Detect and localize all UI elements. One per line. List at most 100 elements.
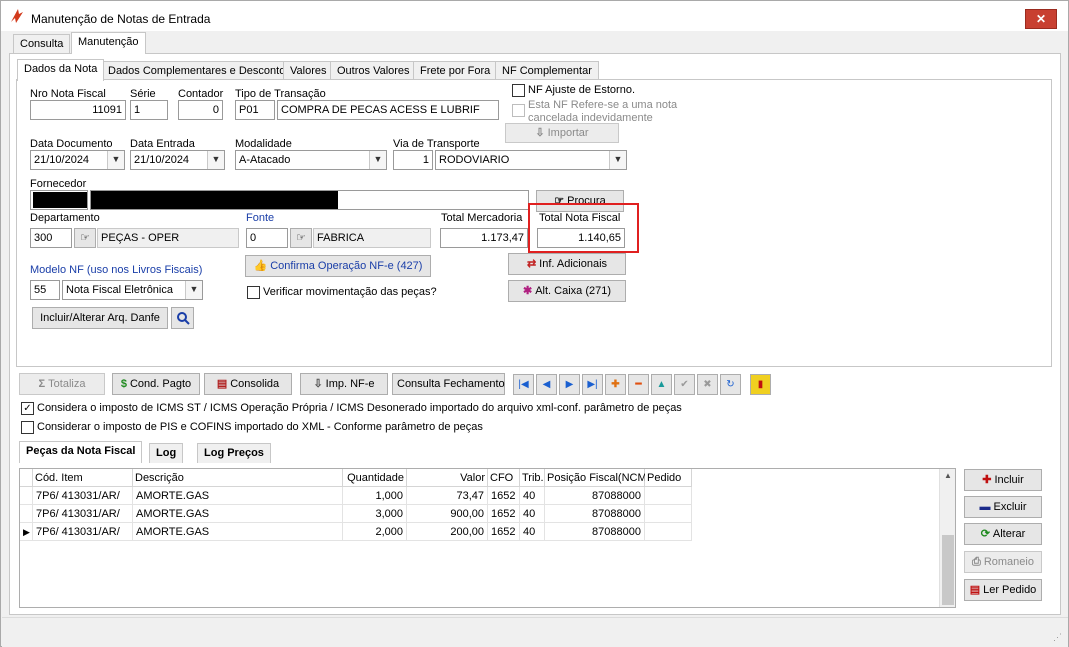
alterar-button[interactable]: ⟳ Alterar (964, 523, 1042, 545)
consolida-button[interactable]: ▤ Consolida (204, 373, 292, 395)
tab-manutencao[interactable]: Manutenção (71, 32, 146, 54)
next-record-icon[interactable]: ▶ (559, 374, 580, 395)
cell-pedido[interactable] (645, 487, 692, 505)
add-record-icon[interactable]: ✚ (605, 374, 626, 395)
col-header-descricao[interactable]: Descrição (133, 469, 343, 487)
cell-cod-item[interactable]: 7P6/ 413031/AR/ (33, 487, 133, 505)
verificar-movimentacao-checkbox[interactable] (247, 286, 260, 299)
delete-record-icon[interactable]: ━ (628, 374, 649, 395)
cell-ncm[interactable]: 87088000 (545, 523, 645, 541)
search-button[interactable] (171, 307, 194, 329)
imp-nfe-button[interactable]: ⇩ Imp. NF-e (300, 373, 388, 395)
tab-frete-por-fora[interactable]: Frete por Fora (413, 61, 498, 81)
tab-dados-da-nota[interactable]: Dados da Nota (17, 59, 105, 81)
departamento-lookup-button[interactable]: ☞ (74, 228, 96, 248)
modelo-nf-code-field[interactable]: 55 (30, 280, 60, 300)
col-header-cfo[interactable]: CFO (488, 469, 520, 487)
pis-cofins-checkbox[interactable] (21, 421, 34, 434)
cell-descricao[interactable]: AMORTE.GAS (133, 523, 343, 541)
departamento-code-field[interactable]: 300 (30, 228, 72, 248)
last-record-icon[interactable]: ▶| (582, 374, 603, 395)
col-header-ncm[interactable]: Posição Fiscal(NCM) (545, 469, 650, 487)
scroll-up-icon[interactable]: ▲ (940, 471, 956, 480)
chevron-down-icon[interactable]: ▼ (207, 151, 224, 169)
cell-ncm[interactable]: 87088000 (545, 487, 645, 505)
resize-grip-icon[interactable]: ⋰ (1053, 632, 1062, 643)
confirma-operacao-button[interactable]: 👍 Confirma Operação NF-e (427) (245, 255, 431, 277)
grid-scrollbar[interactable]: ▲ (939, 469, 955, 607)
cell-quantidade[interactable]: 1,000 (343, 487, 407, 505)
data-documento-field[interactable]: 21/10/2024 ▼ (30, 150, 125, 170)
chevron-down-icon[interactable]: ▼ (185, 281, 202, 299)
ler-pedido-button[interactable]: ▤ Ler Pedido (964, 579, 1042, 601)
nf-refere-checkbox[interactable] (512, 104, 525, 117)
tab-nf-complementar[interactable]: NF Complementar (495, 61, 599, 81)
cell-quantidade[interactable]: 2,000 (343, 523, 407, 541)
cell-descricao[interactable]: AMORTE.GAS (133, 487, 343, 505)
tab-dados-complementares[interactable]: Dados Complementares e Desconto (101, 61, 293, 81)
contador-field[interactable]: 0 (178, 100, 223, 120)
cell-pedido[interactable] (645, 523, 692, 541)
tab-log-precos[interactable]: Log Preços (197, 443, 271, 463)
cell-descricao[interactable]: AMORTE.GAS (133, 505, 343, 523)
col-header-cod-item[interactable]: Cód. Item (33, 469, 133, 487)
edit-record-icon[interactable]: ▲ (651, 374, 672, 395)
serie-field[interactable]: 1 (130, 100, 168, 120)
fonte-lookup-button[interactable]: ☞ (290, 228, 312, 248)
chevron-down-icon[interactable]: ▼ (107, 151, 124, 169)
chevron-down-icon[interactable]: ▼ (369, 151, 386, 169)
cancel-record-icon[interactable]: ✖ (697, 374, 718, 395)
cell-cfo[interactable]: 1652 (488, 505, 520, 523)
post-record-icon[interactable]: ✔ (674, 374, 695, 395)
data-entrada-field[interactable]: 21/10/2024 ▼ (130, 150, 225, 170)
cell-valor[interactable]: 200,00 (407, 523, 488, 541)
prev-record-icon[interactable]: ◀ (536, 374, 557, 395)
tipo-transacao-desc[interactable]: COMPRA DE PECAS ACESS E LUBRIF (277, 100, 499, 120)
chevron-down-icon[interactable]: ▼ (609, 151, 626, 169)
col-header-trib[interactable]: Trib. (520, 469, 545, 487)
cell-cod-item[interactable]: 7P6/ 413031/AR/ (33, 505, 133, 523)
total-mercadoria-field[interactable]: 1.173,47 (440, 228, 528, 248)
cell-valor[interactable]: 900,00 (407, 505, 488, 523)
close-window-button[interactable]: ✕ (1025, 9, 1057, 29)
modalidade-select[interactable]: A-Atacado ▼ (235, 150, 387, 170)
tab-outros-valores[interactable]: Outros Valores (330, 61, 417, 81)
importar-button[interactable]: ⇩ Importar (505, 123, 619, 143)
tab-log[interactable]: Log (149, 443, 184, 463)
alt-caixa-button[interactable]: ✱ Alt. Caixa (271) (508, 280, 626, 302)
tipo-transacao-code[interactable]: P01 (235, 100, 275, 120)
col-header-pedido[interactable]: Pedido (645, 469, 692, 487)
excluir-button[interactable]: ▬ Excluir (964, 496, 1042, 518)
cell-trib[interactable]: 40 (520, 523, 545, 541)
col-header-quantidade[interactable]: Quantidade (343, 469, 407, 487)
incluir-button[interactable]: ✚ Incluir (964, 469, 1042, 491)
icms-checkbox[interactable]: ✓ (21, 402, 34, 415)
tab-pecas-nota-fiscal[interactable]: Peças da Nota Fiscal (19, 441, 143, 463)
cell-pedido[interactable] (645, 505, 692, 523)
tab-valores[interactable]: Valores (283, 61, 334, 81)
tab-consulta[interactable]: Consulta (13, 34, 71, 54)
totaliza-button[interactable]: Σ Totaliza (19, 373, 105, 395)
cell-trib[interactable]: 40 (520, 505, 545, 523)
inf-adicionais-button[interactable]: ⇄ Inf. Adicionais (508, 253, 626, 275)
cell-cod-item[interactable]: 7P6/ 413031/AR/ (33, 523, 133, 541)
cell-trib[interactable]: 40 (520, 487, 545, 505)
refresh-icon[interactable]: ↻ (720, 374, 741, 395)
nf-ajuste-checkbox[interactable] (512, 84, 525, 97)
cell-cfo[interactable]: 1652 (488, 487, 520, 505)
romaneio-button[interactable]: ⎙ Romaneio (964, 551, 1042, 573)
modelo-nf-select[interactable]: Nota Fiscal Eletrônica ▼ (62, 280, 203, 300)
scroll-thumb[interactable] (942, 535, 954, 605)
first-record-icon[interactable]: |◀ (513, 374, 534, 395)
consulta-fechamento-button[interactable]: Consulta Fechamento (392, 373, 505, 395)
cell-ncm[interactable]: 87088000 (545, 505, 645, 523)
cell-valor[interactable]: 73,47 (407, 487, 488, 505)
incluir-alterar-danfe-button[interactable]: Incluir/Alterar Arq. Danfe (32, 307, 168, 329)
col-header-valor[interactable]: Valor (407, 469, 488, 487)
via-transporte-code[interactable]: 1 (393, 150, 433, 170)
fonte-code-field[interactable]: 0 (246, 228, 288, 248)
nro-nota-field[interactable]: 11091 (30, 100, 126, 120)
cond-pagto-button[interactable]: $ Cond. Pagto (112, 373, 200, 395)
via-transporte-select[interactable]: RODOVIARIO ▼ (435, 150, 627, 170)
cell-cfo[interactable]: 1652 (488, 523, 520, 541)
